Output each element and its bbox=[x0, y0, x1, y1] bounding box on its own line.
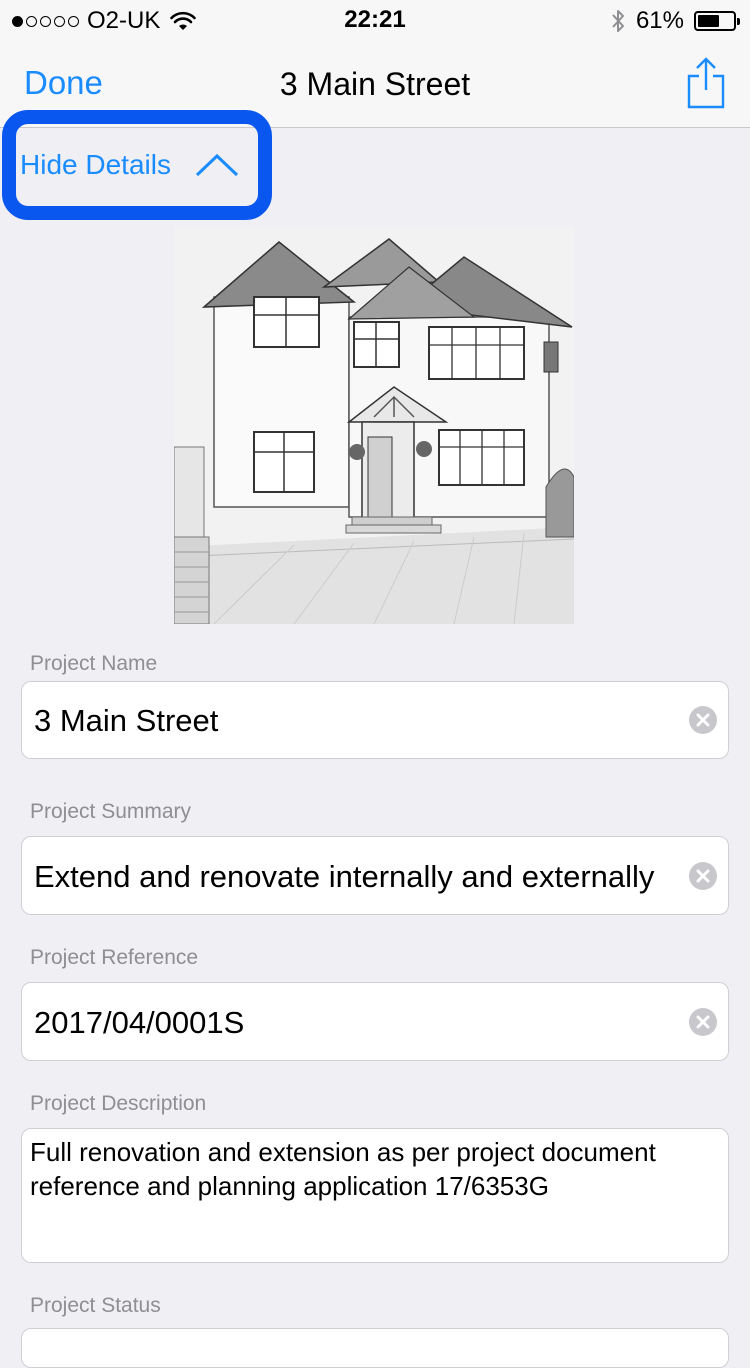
clear-icon[interactable] bbox=[689, 706, 717, 734]
hide-details-button[interactable]: Hide Details bbox=[2, 110, 272, 220]
project-status-label: Project Status bbox=[30, 1294, 161, 1317]
battery-percent: 61% bbox=[635, 7, 684, 34]
clear-icon[interactable] bbox=[689, 1008, 717, 1036]
project-reference-label: Project Reference bbox=[30, 946, 199, 969]
project-name-field[interactable]: 3 Main Street bbox=[21, 681, 729, 759]
project-reference-value[interactable]: 2017/04/0001S bbox=[34, 983, 668, 1060]
page-title: 3 Main Street bbox=[279, 66, 471, 102]
share-icon[interactable] bbox=[686, 56, 726, 110]
project-reference-field[interactable]: 2017/04/0001S bbox=[21, 982, 729, 1061]
project-summary-label: Project Summary bbox=[30, 800, 192, 823]
project-summary-value[interactable]: Extend and renovate internally and exter… bbox=[34, 837, 668, 914]
project-name-value[interactable]: 3 Main Street bbox=[34, 682, 668, 758]
battery-fill bbox=[698, 15, 719, 27]
project-name-label: Project Name bbox=[30, 652, 158, 675]
battery-icon bbox=[694, 11, 740, 31]
project-description-label: Project Description bbox=[30, 1092, 207, 1115]
project-photo[interactable] bbox=[174, 227, 574, 624]
project-summary-field[interactable]: Extend and renovate internally and exter… bbox=[21, 836, 729, 915]
house-sketch-image bbox=[174, 227, 574, 624]
status-right: 61% bbox=[610, 6, 740, 36]
project-description-value[interactable]: Full renovation and extension as per pro… bbox=[30, 1135, 718, 1203]
bluetooth-icon bbox=[612, 10, 624, 32]
battery-tip bbox=[737, 18, 740, 25]
status-bar: O2-UK 22:21 61% bbox=[0, 0, 750, 40]
chevron-up-icon bbox=[195, 153, 238, 177]
hide-details-label: Hide Details bbox=[20, 149, 171, 180]
project-status-field[interactable] bbox=[21, 1328, 729, 1368]
project-description-field[interactable]: Full renovation and extension as per pro… bbox=[21, 1128, 729, 1263]
clear-icon[interactable] bbox=[689, 862, 717, 890]
